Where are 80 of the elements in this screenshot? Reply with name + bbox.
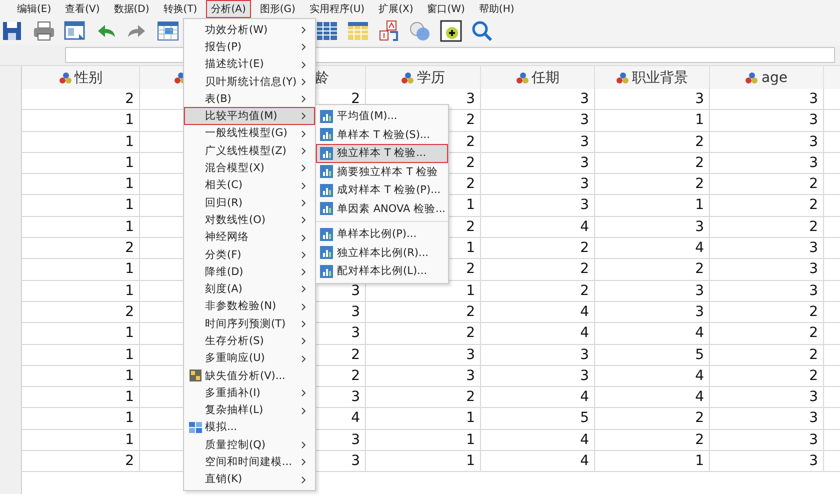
table-cell: 4 [481,387,595,408]
table-cell: 3 [595,280,710,302]
table-cell: 4 [595,238,710,260]
table-cell: 2 [710,174,824,196]
table-cell: 1 [22,430,140,452]
table-cell: 2 [595,174,710,196]
table-cell: 1 [22,216,140,238]
table-cell: 2 [595,132,710,153]
table-cell: 3 [481,132,595,153]
table-cell: 3 [710,259,824,281]
table-cell: 3 [710,408,824,430]
table-cell: 2 [22,89,140,110]
table-cell: 2 [366,323,481,345]
table-cell: 4 [595,387,710,408]
table-cell: 1 [22,152,140,174]
table-cell: 1 [22,366,140,388]
table-cell: 1 [595,195,710,217]
table-cell: 1 [22,408,140,430]
table-cell: 5 [481,408,595,430]
table-cell: 3 [710,280,824,302]
table-cell: 4 [481,302,595,324]
table-cell: 1 [22,259,140,281]
table-cell: 3 [366,344,481,366]
table-cell: 2 [481,280,595,302]
table-cell: 2 [595,408,710,430]
table-cell: 4 [481,430,595,452]
table-cell: 3 [710,89,824,110]
table-cell: 4 [481,323,595,345]
table-cell: 3 [481,344,595,366]
table-cell: 2 [366,302,481,324]
table-cell: 3 [710,152,824,174]
table-cell: 2 [595,259,710,281]
table-cell: 1 [22,132,140,153]
table-cell: 2 [595,430,710,452]
table-cell: 3 [710,238,824,260]
table-cell: 2 [710,216,824,238]
table-cell: 5 [595,344,710,366]
table-cell: 1 [366,408,481,430]
table-cell: 1 [22,387,140,408]
table-cell: 2 [22,302,140,324]
table-cell: 4 [481,216,595,238]
table-cell: 3 [481,366,595,388]
table-cell: 3 [366,366,481,388]
table-cell: 1 [22,195,140,217]
table-cell: 3 [481,89,595,110]
table-cell: 3 [481,152,595,174]
table-cell: 3 [710,451,824,472]
table-cell: 2 [481,259,595,281]
table-cell: 3 [481,195,595,217]
table-cell: 2 [595,152,710,174]
table-cell: 1 [22,174,140,196]
table-cell: 4 [595,366,710,388]
table-cell: 3 [710,387,824,408]
table-cell: 4 [481,451,595,472]
table-cell: 1 [22,344,140,366]
table-cell: 3 [595,89,710,110]
table-cell: 1 [22,323,140,345]
table-cell: 3 [481,174,595,196]
table-cell: 2 [481,238,595,260]
table-cell: 2 [22,451,140,472]
table-cell: 1 [366,451,481,472]
table-cell: 3 [595,302,710,324]
table-cell: 2 [710,366,824,388]
table-cell: 2 [710,344,824,366]
table-cell: 1 [366,430,481,452]
table-cell: 2 [710,323,824,345]
table-cell: 3 [481,110,595,132]
table-cell: 4 [595,323,710,345]
table-cell: 1 [595,451,710,472]
table-cell: 2 [710,302,824,324]
table-cell: 1 [22,110,140,132]
table-cell: 1 [595,110,710,132]
table-cell: 2 [366,387,481,408]
table-cell: 3 [710,110,824,132]
table-cell: 3 [595,216,710,238]
table-cell: 3 [710,132,824,153]
table-cell: 2 [710,195,824,217]
table-cell: 2 [22,238,140,260]
table-cell: 3 [710,430,824,452]
table-cell: 1 [22,280,140,302]
